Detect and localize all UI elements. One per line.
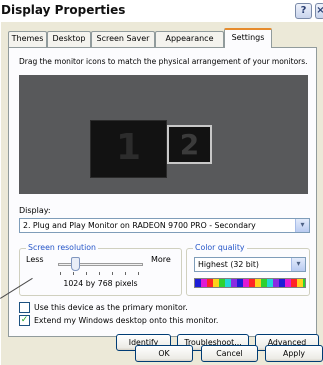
tab-desktop[interactable]: Desktop: [47, 31, 91, 47]
color-spectrum-bar: [194, 278, 306, 288]
extend-desktop-label: Extend my Windows desktop onto this moni…: [34, 316, 219, 325]
arrangement-instruction: Drag the monitor icons to match the phys…: [19, 57, 308, 66]
display-label: Display:: [19, 206, 51, 215]
title-bar: Display Properties ? ×: [0, 0, 323, 22]
less-label: Less: [26, 255, 44, 264]
tab-themes[interactable]: Themes: [8, 31, 47, 47]
window-title: Display Properties: [1, 3, 126, 17]
tab-screen-saver[interactable]: Screen Saver: [91, 31, 155, 47]
display-properties-dialog: Themes Desktop Screen Saver Appearance S…: [1, 22, 323, 365]
cancel-button[interactable]: Cancel: [201, 345, 258, 362]
tab-appearance[interactable]: Appearance: [155, 31, 224, 47]
screen-resolution-group: Screen resolution Less More 1024 by 768 …: [19, 243, 182, 296]
chevron-down-icon[interactable]: ▾: [295, 219, 309, 232]
color-quality-dropdown[interactable]: Highest (32 bit) ▾: [194, 257, 306, 272]
tab-settings[interactable]: Settings: [224, 28, 272, 48]
display-dropdown[interactable]: 2. Plug and Play Monitor on RADEON 9700 …: [19, 218, 310, 233]
monitor-1-number: 1: [115, 127, 142, 168]
ok-button[interactable]: OK: [135, 345, 193, 362]
extend-desktop-checkbox[interactable]: ✓: [19, 315, 30, 326]
screen-resolution-legend: Screen resolution: [26, 243, 98, 252]
monitor-1-icon[interactable]: 1: [90, 120, 167, 178]
slider-ticks: [60, 272, 142, 275]
resolution-slider-thumb[interactable]: [71, 257, 80, 271]
help-button[interactable]: ?: [295, 3, 312, 19]
color-quality-value: Highest (32 bit): [198, 260, 259, 269]
display-dropdown-value: 2. Plug and Play Monitor on RADEON 9700 …: [23, 221, 256, 230]
chevron-down-icon[interactable]: ▾: [291, 258, 305, 271]
apply-button[interactable]: Apply: [265, 345, 323, 362]
more-label: More: [151, 255, 171, 264]
settings-panel: Drag the monitor icons to match the phys…: [8, 47, 319, 351]
monitor-2-icon[interactable]: 2: [167, 125, 212, 164]
color-quality-group: Color quality Highest (32 bit) ▾: [186, 243, 310, 296]
primary-monitor-label: Use this device as the primary monitor.: [34, 303, 188, 312]
monitor-2-number: 2: [179, 128, 200, 161]
color-quality-legend: Color quality: [193, 243, 247, 252]
close-button[interactable]: ×: [315, 3, 323, 19]
monitor-arrangement-area: 1 2: [19, 75, 308, 194]
resolution-value: 1024 by 768 pixels: [63, 279, 138, 288]
